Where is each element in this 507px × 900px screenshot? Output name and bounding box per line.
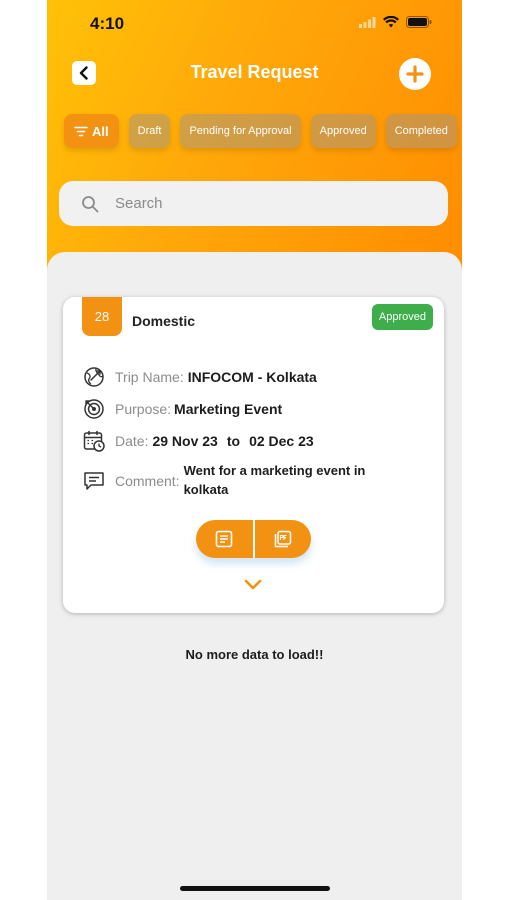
comment-label: Comment: — [115, 473, 180, 489]
chevron-down-icon — [244, 579, 262, 589]
filter-bar: All Draft Pending for Approval Approved … — [64, 114, 457, 148]
travel-request-card[interactable]: 28 Domestic Approved Trip Name: INFOCOM … — [63, 297, 444, 613]
filter-approved-label: Approved — [319, 125, 367, 137]
purpose-value: Marketing Event — [174, 401, 283, 417]
date-label: Date: — [115, 433, 149, 449]
search-input[interactable] — [113, 194, 417, 213]
date-to: 02 Dec 23 — [249, 433, 314, 449]
search-bar — [59, 181, 448, 226]
globe-plane-icon — [84, 367, 104, 387]
trip-name-row: Trip Name: INFOCOM - Kolkata — [82, 365, 317, 389]
trip-type: Domestic — [132, 313, 196, 329]
filter-completed[interactable]: Completed — [385, 114, 457, 148]
filter-pending-label: Pending for Approval — [189, 125, 292, 137]
filter-all[interactable]: All — [64, 114, 119, 148]
trip-name-value: INFOCOM - Kolkata — [187, 369, 317, 385]
battery-icon — [406, 16, 432, 28]
purpose-label: Purpose: — [115, 401, 172, 417]
no-more-data-text: No more data to load!! — [185, 647, 324, 662]
card-actions — [196, 520, 311, 558]
expand-button[interactable] — [242, 576, 264, 592]
status-badge: Approved — [371, 304, 433, 330]
filter-draft[interactable]: Draft — [128, 114, 171, 148]
purpose-row: Purpose: Marketing Event — [82, 397, 282, 421]
header: 4:10 Travel Request All Draft Pending fo… — [47, 0, 462, 275]
date-row: Date: 29 Nov 23 to 02 Dec 23 — [82, 429, 314, 453]
trip-name-label: Trip Name: — [115, 369, 184, 385]
filter-icon — [74, 126, 88, 136]
download-pdf-button[interactable] — [255, 520, 312, 558]
document-icon — [215, 530, 233, 548]
status-icons — [359, 16, 432, 28]
phone-screen: 4:10 Travel Request All Draft Pending fo… — [47, 0, 462, 900]
pdf-icon — [274, 530, 291, 548]
add-request-button[interactable] — [399, 58, 431, 90]
filter-completed-label: Completed — [394, 125, 448, 137]
filter-draft-label: Draft — [137, 125, 162, 137]
date-to-label: to — [226, 433, 241, 449]
filter-all-label: All — [92, 123, 109, 139]
search-icon — [82, 195, 99, 212]
comment-value: Went for a marketing event in kolkata — [183, 463, 366, 497]
comment-row: Comment: Went for a marketing event in k… — [82, 461, 384, 499]
content-area: 28 Domestic Approved Trip Name: INFOCOM … — [47, 252, 462, 900]
comment-icon — [84, 472, 104, 490]
status-time: 4:10 — [90, 14, 125, 33]
signal-icon — [359, 16, 376, 28]
view-details-button[interactable] — [196, 520, 253, 558]
day-badge: 28 — [82, 297, 122, 336]
plus-icon — [406, 65, 424, 83]
date-from: 29 Nov 23 — [152, 433, 218, 449]
calendar-clock-icon — [83, 431, 105, 452]
wifi-icon — [383, 16, 399, 28]
filter-approved[interactable]: Approved — [310, 114, 376, 148]
target-icon — [84, 399, 104, 419]
home-indicator — [180, 886, 330, 891]
filter-pending[interactable]: Pending for Approval — [180, 114, 301, 148]
